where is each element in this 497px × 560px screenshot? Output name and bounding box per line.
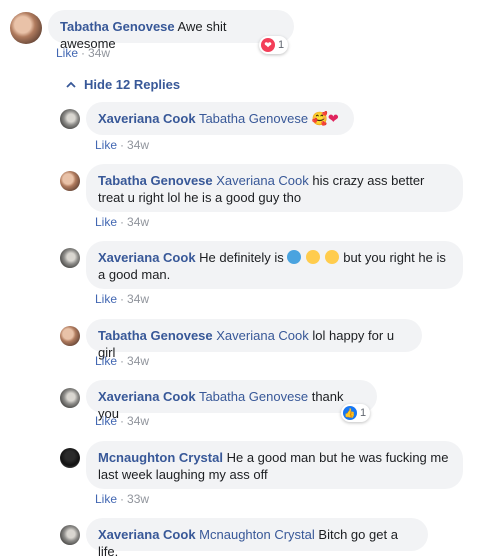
comment-meta: Like · 34w <box>56 46 111 60</box>
comment-author[interactable]: Tabatha Genovese <box>98 328 213 343</box>
comment-bubble: Tabatha Genovese Xaveriana Cook his craz… <box>86 164 463 212</box>
mention-tag[interactable]: Mcnaughton Crystal <box>199 527 315 542</box>
comment-author[interactable]: Xaveriana Cook <box>98 111 196 126</box>
comment-bubble: Xaveriana Cook Tabatha Genovese 🥰❤ <box>86 102 354 135</box>
comment-meta: Like · 33w <box>95 492 150 506</box>
timestamp[interactable]: 34w <box>127 354 149 368</box>
avatar[interactable] <box>10 12 42 44</box>
avatar[interactable] <box>60 326 80 346</box>
comment-author[interactable]: Tabatha Genovese <box>98 173 213 188</box>
like-link[interactable]: Like <box>95 138 117 152</box>
timestamp[interactable]: 34w <box>127 215 149 229</box>
like-link[interactable]: Like <box>95 292 117 306</box>
mention-tag[interactable]: Xaveriana Cook <box>216 328 309 343</box>
emoji-grinning-face <box>324 250 339 264</box>
comment-author[interactable]: Xaveriana Cook <box>98 527 196 542</box>
thumbs-up-icon: 👍 <box>343 406 357 420</box>
comment-author[interactable]: Xaveriana Cook <box>98 250 196 265</box>
emoji-sweat-droplets <box>287 250 302 264</box>
reaction-count[interactable]: ❤ 1 <box>259 36 289 54</box>
timestamp[interactable]: 34w <box>127 414 149 428</box>
comment-bubble: Mcnaughton Crystal He a good man but he … <box>86 441 463 489</box>
like-link[interactable]: Like <box>95 492 117 506</box>
avatar[interactable] <box>60 248 80 268</box>
heart-icon: ❤ <box>261 38 275 52</box>
avatar[interactable] <box>60 109 80 129</box>
timestamp[interactable]: 34w <box>88 46 110 60</box>
chevron-up-icon <box>66 81 76 88</box>
comment-bubble: Tabatha Genovese Xaveriana Cook lol happ… <box>86 319 422 360</box>
mention-tag[interactable]: Xaveriana Cook <box>216 173 309 188</box>
hide-replies-link[interactable]: Hide 12 Replies <box>66 77 180 92</box>
comment-bubble: Xaveriana Cook Tabatha Genovese thank yo… <box>86 380 377 421</box>
comment-meta: Like · 34w <box>95 138 150 152</box>
comment-bubble: Xaveriana Cook He definitely is but you … <box>86 241 463 289</box>
comment-bubble: Tabatha Genovese Awe shit awesome <box>48 10 294 51</box>
avatar[interactable] <box>60 525 80 545</box>
comment-text: He definitely is <box>199 250 284 265</box>
like-link[interactable]: Like <box>95 215 117 229</box>
comment-meta: Like · 34w <box>95 215 150 229</box>
comment-meta: Like · 34w <box>95 354 150 368</box>
avatar[interactable] <box>60 388 80 408</box>
hide-replies-label: Hide 12 Replies <box>84 77 181 92</box>
like-link[interactable]: Like <box>56 46 78 60</box>
comment-author[interactable]: Xaveriana Cook <box>98 389 196 404</box>
avatar[interactable] <box>60 171 80 191</box>
emoji-hushed-face <box>305 250 320 264</box>
comment-meta: Like · 34w <box>95 292 150 306</box>
timestamp[interactable]: 33w <box>127 492 149 506</box>
timestamp[interactable]: 34w <box>127 138 149 152</box>
timestamp[interactable]: 34w <box>127 292 149 306</box>
reaction-count[interactable]: 👍 1 <box>341 404 371 422</box>
emoji-heart: ❤ <box>327 111 339 126</box>
emoji-smile-hearts: 🥰 <box>311 111 328 126</box>
mention-tag[interactable]: Tabatha Genovese <box>199 389 308 404</box>
like-link[interactable]: Like <box>95 414 117 428</box>
like-link[interactable]: Like <box>95 354 117 368</box>
mention-tag[interactable]: Tabatha Genovese <box>199 111 308 126</box>
comment-author[interactable]: Tabatha Genovese <box>60 19 175 34</box>
avatar[interactable] <box>60 448 80 468</box>
comment-bubble: Xaveriana Cook Mcnaughton Crystal Bitch … <box>86 518 428 559</box>
comment-author[interactable]: Mcnaughton Crystal <box>98 450 223 465</box>
comment-meta: Like · 34w <box>95 414 150 428</box>
